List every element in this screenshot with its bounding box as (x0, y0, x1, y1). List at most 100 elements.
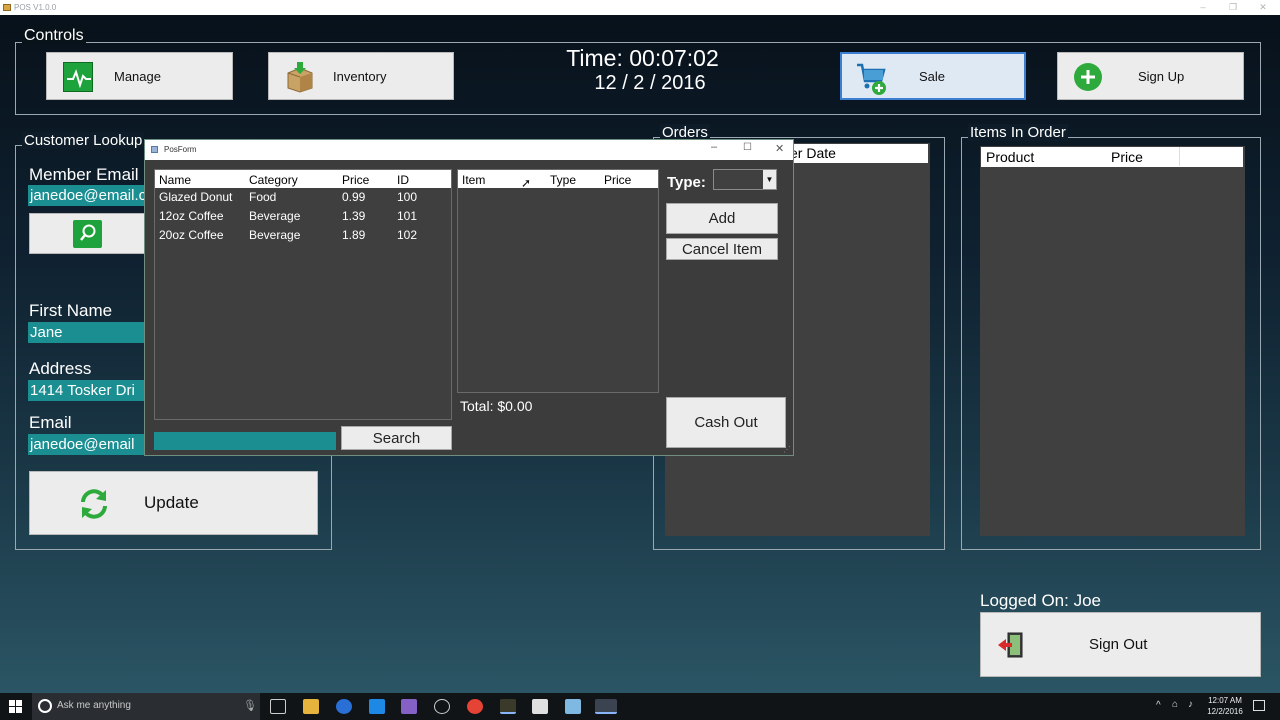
volume-icon[interactable]: ♪ (1188, 699, 1193, 710)
product-search-input[interactable] (154, 432, 336, 450)
product-category: Food (249, 190, 277, 204)
name-column: Name (159, 173, 192, 187)
taskbar: Ask me anything 🎙 ^ ⌂ ♪ 12:07 AM 12/2/20… (0, 693, 1280, 720)
resize-grip-icon[interactable]: ⋰ (783, 445, 791, 454)
tray-date[interactable]: 12/2/2016 (1205, 707, 1245, 716)
product-id: 100 (397, 190, 418, 204)
product-category: Beverage (249, 228, 301, 242)
notifications-icon[interactable] (1253, 700, 1265, 711)
controls-group-label: Controls (22, 27, 86, 45)
manage-icon (63, 62, 93, 92)
exit-door-icon (996, 630, 1026, 660)
table-row[interactable]: 20oz Coffee Beverage 1.89 102 (155, 228, 451, 247)
items-in-order-header: Product Price (981, 147, 1243, 167)
first-name-label: First Name (29, 301, 113, 320)
first-name-field[interactable]: Jane (28, 322, 148, 343)
tray-time[interactable]: 12:07 AM (1207, 696, 1243, 705)
network-icon[interactable]: ⌂ (1172, 699, 1178, 710)
items-in-order-list[interactable] (980, 146, 1245, 536)
github-icon[interactable] (434, 699, 450, 714)
minimize-icon[interactable]: – (1188, 0, 1218, 15)
cart-price-column: Price (604, 173, 632, 187)
cart-header: Item Type Price (458, 170, 658, 188)
close-icon[interactable]: ✕ (1248, 0, 1278, 15)
manage-button[interactable]: Manage (46, 52, 233, 100)
cart-total: Total: $0.00 (460, 398, 533, 414)
product-price: 1.39 (342, 209, 366, 223)
inventory-label: Inventory (333, 68, 387, 84)
cart-icon (855, 61, 889, 95)
pos-app-icon[interactable] (500, 699, 516, 714)
restore-icon[interactable]: ❐ (1218, 0, 1248, 15)
cortana-search-box[interactable]: Ask me anything 🎙 (32, 693, 260, 720)
manage-label: Manage (114, 68, 161, 84)
logged-on-label: Logged On: Joe (980, 591, 1101, 610)
products-list[interactable]: Name Category Price ID Glazed Donut Food… (154, 169, 452, 420)
inventory-box-icon (285, 61, 315, 93)
cash-out-button[interactable]: Cash Out (666, 397, 786, 448)
tray-chevron-up-icon[interactable]: ^ (1156, 700, 1161, 711)
items-in-order-label: Items In Order (968, 124, 1068, 141)
task-view-icon[interactable] (270, 699, 286, 714)
product-column: Product (986, 149, 1035, 165)
posform-minimize-icon[interactable]: – (711, 141, 717, 153)
product-search-button[interactable]: Search (341, 426, 452, 450)
category-column: Category (249, 173, 298, 187)
posform-app-icon (151, 146, 158, 153)
posform-title: PosForm (164, 145, 197, 154)
posform-title-bar: PosForm – ☐ ✕ (145, 140, 793, 160)
store-icon[interactable] (369, 699, 385, 714)
product-price: 0.99 (342, 190, 366, 204)
posform-close-icon[interactable]: ✕ (775, 142, 784, 155)
add-item-button[interactable]: Add (666, 203, 778, 234)
visual-studio-icon[interactable] (401, 699, 417, 714)
microphone-icon[interactable]: 🎙 (243, 699, 257, 712)
cancel-item-button[interactable]: Cancel Item (666, 238, 778, 260)
clock-date: 12 / 2 / 2016 (594, 72, 706, 94)
member-email-label: Member Email (29, 165, 139, 184)
windows-start-icon[interactable] (9, 700, 22, 713)
notepad-icon[interactable] (565, 699, 581, 714)
product-id: 101 (397, 209, 418, 223)
cart-list[interactable]: Item Type Price (457, 169, 659, 393)
product-name: 20oz Coffee (159, 228, 224, 242)
sale-button[interactable]: Sale (840, 52, 1026, 100)
product-name: 12oz Coffee (159, 209, 224, 223)
email-field[interactable]: janedoe@email (28, 434, 148, 455)
chrome-icon[interactable] (467, 699, 483, 714)
main-title-bar: POS V1.0.0 – ❐ ✕ (0, 0, 1280, 15)
products-header: Name Category Price ID (155, 170, 451, 188)
mouse-cursor-icon: ➚ (521, 176, 532, 190)
calculator-icon[interactable] (532, 699, 548, 714)
address-field[interactable]: 1414 Tosker Dri (28, 380, 148, 401)
type-select[interactable]: ▼ (713, 169, 777, 190)
signup-button[interactable]: Sign Up (1057, 52, 1244, 100)
posform-taskbar-icon[interactable] (595, 699, 617, 714)
price-column: Price (342, 173, 370, 187)
customer-lookup-label: Customer Lookup (22, 132, 145, 149)
lookup-search-button[interactable] (29, 213, 149, 254)
browser-icon[interactable] (336, 699, 352, 714)
address-label: Address (29, 359, 92, 378)
main-window-title: POS V1.0.0 (14, 3, 57, 12)
product-category: Beverage (249, 209, 301, 223)
table-row[interactable]: Glazed Donut Food 0.99 100 (155, 190, 451, 209)
posform-window: PosForm – ☐ ✕ Name Category Price ID Gla… (144, 139, 794, 456)
member-email-input[interactable]: janedoe@email.c (28, 185, 148, 206)
file-explorer-icon[interactable] (303, 699, 319, 714)
inventory-button[interactable]: Inventory (268, 52, 454, 100)
item-column: Item (462, 173, 486, 187)
signout-button[interactable]: Sign Out (980, 612, 1261, 677)
type-column: Type (550, 173, 577, 187)
column-divider (1179, 147, 1180, 166)
product-price: 1.89 (342, 228, 366, 242)
refresh-icon (77, 487, 111, 521)
posform-maximize-icon[interactable]: ☐ (743, 142, 752, 153)
signup-label: Sign Up (1138, 68, 1185, 84)
update-label: Update (144, 493, 199, 512)
update-button[interactable]: Update (29, 471, 318, 535)
orders-date-column: er Date (790, 145, 836, 161)
app-icon (3, 4, 11, 11)
table-row[interactable]: 12oz Coffee Beverage 1.39 101 (155, 209, 451, 228)
product-name: Glazed Donut (159, 190, 233, 204)
